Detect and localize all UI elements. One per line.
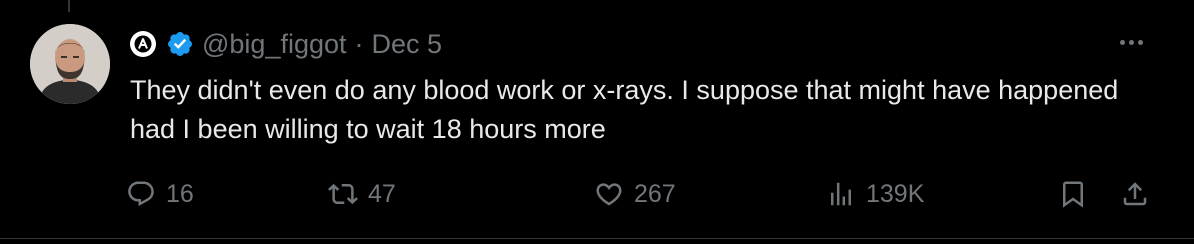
like-button[interactable]: 267 bbox=[594, 174, 676, 214]
repost-button[interactable]: 47 bbox=[328, 174, 396, 214]
share-button[interactable] bbox=[1120, 174, 1150, 214]
reply-icon bbox=[126, 179, 156, 209]
separator-dot: · bbox=[354, 28, 364, 59]
circle-a-icon[interactable] bbox=[130, 31, 156, 57]
reply-count: 16 bbox=[166, 179, 194, 208]
views-chart-icon bbox=[826, 179, 856, 209]
bookmark-icon bbox=[1058, 179, 1088, 209]
views-button[interactable]: 139K bbox=[826, 174, 924, 214]
bookmark-button[interactable] bbox=[1058, 174, 1088, 214]
repost-icon bbox=[328, 179, 358, 209]
tweet-header: @big_figgot · Dec 5 bbox=[130, 26, 442, 62]
tweet-text: They didn't even do any blood work or x-… bbox=[130, 75, 1119, 144]
verified-badge-icon[interactable] bbox=[166, 30, 194, 58]
reply-button[interactable]: 16 bbox=[126, 174, 194, 214]
like-count: 267 bbox=[634, 179, 676, 208]
tweet-card[interactable]: @big_figgot · Dec 5 They didn't even do … bbox=[0, 0, 1194, 239]
tweet-date[interactable]: Dec 5 bbox=[372, 29, 443, 60]
heart-icon bbox=[594, 179, 624, 209]
share-icon bbox=[1120, 179, 1150, 209]
repost-count: 47 bbox=[368, 179, 396, 208]
user-handle[interactable]: @big_figgot bbox=[202, 29, 347, 60]
avatar[interactable] bbox=[30, 24, 110, 104]
tweet-actions: 16 47 267 139K bbox=[126, 174, 1166, 214]
views-count: 139K bbox=[866, 179, 925, 208]
more-horizontal-icon[interactable] bbox=[1116, 30, 1146, 54]
